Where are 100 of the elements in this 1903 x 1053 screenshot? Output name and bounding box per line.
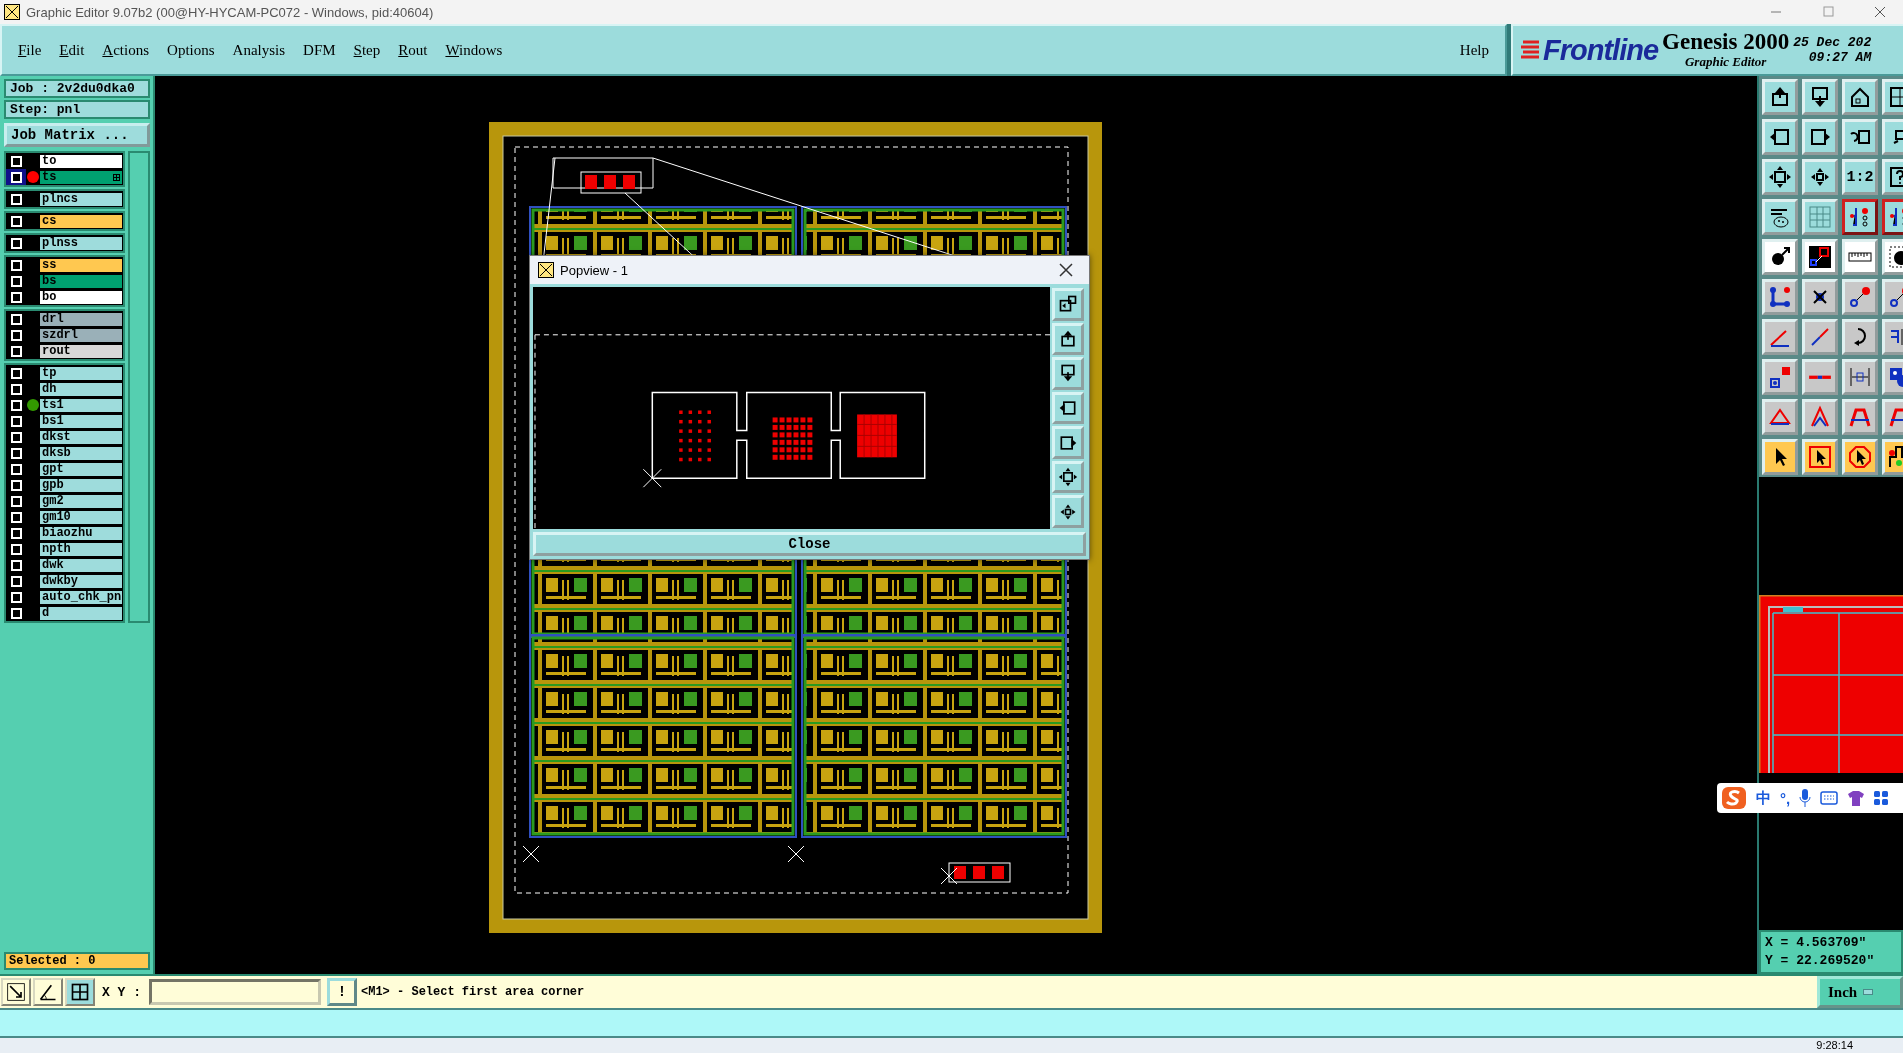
menu-item[interactable]: Windows (437, 37, 511, 63)
layer-name[interactable]: szdrl (39, 327, 123, 343)
layer-name[interactable]: plnss (39, 235, 123, 251)
menu-item[interactable]: Step (345, 37, 389, 63)
pointer-box-icon (1808, 445, 1832, 469)
window-title: Graphic Editor 9.07b2 (00@HY-HYCAM-PC072 - Windows, pid:40604) (26, 4, 435, 20)
menu-item[interactable]: Analysis (224, 37, 294, 63)
nodes-icon (1768, 285, 1792, 309)
app-icon (538, 262, 554, 278)
units-dropdown[interactable]: Inch (1817, 976, 1903, 1008)
layer-name[interactable]: bs (39, 273, 123, 289)
keyboard-icon[interactable] (1820, 791, 1839, 805)
help-menu[interactable]: Help (1451, 37, 1497, 63)
tray-up-icon (1058, 328, 1078, 349)
step-name: Step: pnl (4, 100, 150, 119)
layer-name[interactable]: dksb (39, 445, 123, 461)
span-measure-icon (1848, 365, 1872, 389)
layer-name[interactable]: gpt (39, 461, 123, 477)
microphone-icon[interactable] (1799, 789, 1812, 807)
menu-item[interactable]: Edit (51, 37, 93, 63)
menu-item[interactable]: Options (159, 37, 223, 63)
cross-mark (522, 845, 540, 863)
layer-name[interactable]: biaozhu (39, 525, 123, 541)
pointer-octagon-icon (1848, 445, 1872, 469)
prompt-message: <M1> - Select first area corner (361, 985, 586, 999)
date-text: 25 Dec 202 (1793, 35, 1872, 50)
menu-item[interactable]: Actions (94, 37, 158, 63)
mode-button[interactable] (1, 978, 31, 1006)
layer-name[interactable]: dwkby (39, 573, 123, 589)
layer-name[interactable]: gm2 (39, 493, 123, 509)
close-button[interactable]: Close (533, 532, 1086, 556)
toolbar-button[interactable]: 1:2 (1842, 159, 1878, 195)
layer-name[interactable]: d (39, 605, 123, 621)
pad-link-icon (1848, 285, 1872, 309)
view-tool-button[interactable] (1052, 322, 1084, 356)
taskbar-clock: 9:28:14 (1816, 1038, 1853, 1053)
expand-arrows-icon (1768, 165, 1792, 189)
expand-box-icon[interactable] (113, 173, 120, 181)
layer-name[interactable]: drl (39, 311, 123, 327)
ime-logo-icon[interactable] (1721, 786, 1747, 810)
view-tool-button[interactable] (1052, 391, 1084, 425)
expand-arrows-icon (1058, 467, 1078, 488)
layer-name[interactable]: gm10 (39, 509, 123, 525)
layer-name[interactable]: dkst (39, 429, 123, 445)
pads-icon (1768, 365, 1792, 389)
brand-logo: Frontline (1543, 33, 1659, 67)
dash-line-icon (1808, 373, 1832, 381)
layer-name[interactable]: plncs (39, 191, 123, 207)
cross-mark (940, 867, 958, 885)
layer-scrollbar[interactable] (128, 151, 150, 623)
mode-button[interactable] (65, 978, 95, 1006)
menu-item[interactable]: File (10, 37, 50, 63)
confirm-button[interactable]: ! (327, 978, 357, 1006)
layer-name[interactable]: npth (39, 541, 123, 557)
layer-name[interactable]: rout (39, 343, 123, 359)
grid-icon (1808, 205, 1832, 229)
view-tool-button[interactable] (1052, 495, 1084, 529)
menu-item[interactable]: Rout (390, 37, 436, 63)
layer-name[interactable]: ss (39, 257, 123, 273)
layer-name[interactable]: tp (39, 365, 123, 381)
pad-strip (948, 862, 1011, 883)
peak-icon (1808, 405, 1832, 429)
coordinate-input[interactable] (149, 979, 321, 1005)
cross-mark (787, 845, 805, 863)
view-tool-button[interactable] (1052, 357, 1084, 390)
layer-name[interactable]: auto_chk_pn (39, 589, 123, 605)
app-icon (4, 4, 20, 20)
layer-name[interactable]: ts1 (39, 397, 123, 413)
layer-name[interactable]: gpb (39, 477, 123, 493)
layer-name[interactable]: dh (39, 381, 123, 397)
ime-mode[interactable]: 中 (1756, 788, 1771, 808)
linked-squares-icon (1808, 245, 1832, 269)
layer-name[interactable]: to (39, 153, 123, 169)
tray-down-icon (1058, 363, 1078, 384)
layer-name[interactable]: bs1 (39, 413, 123, 429)
pad-strip (580, 171, 642, 194)
layer-name[interactable]: ts (39, 169, 123, 185)
layer-checkbox[interactable] (6, 169, 26, 185)
layer-name[interactable]: bo (39, 289, 123, 305)
ime-punctuation[interactable]: °, (1780, 789, 1791, 807)
layer-name[interactable]: dwk (39, 557, 123, 573)
mode-button[interactable] (33, 978, 63, 1006)
job-matrix-button[interactable]: Job Matrix ... (4, 123, 150, 147)
speed-lines-icon (1521, 39, 1539, 61)
toolbar-button[interactable] (1842, 199, 1878, 235)
product-name: Genesis 2000 (1662, 30, 1790, 54)
box-left-arrow-icon (1058, 398, 1078, 418)
view-tool-button[interactable] (1052, 460, 1084, 494)
view-tool-button[interactable] (1052, 288, 1084, 321)
apps-grid-icon[interactable] (1874, 791, 1889, 805)
view-tool-button[interactable] (1052, 426, 1084, 459)
product-subtitle: Graphic Editor (1685, 54, 1767, 70)
shirt-icon[interactable] (1847, 790, 1866, 806)
job-name: Job : 2v2du0dka0 (4, 79, 150, 98)
y-coordinate: Y = 22.269520" (1765, 952, 1876, 970)
menu-item[interactable]: DFM (295, 37, 344, 63)
x-coordinate: X = 4.563709" (1765, 934, 1868, 952)
layer-name[interactable]: cs (39, 213, 123, 229)
angle-measure-icon (38, 982, 58, 1002)
grid-box-icon (70, 982, 90, 1002)
